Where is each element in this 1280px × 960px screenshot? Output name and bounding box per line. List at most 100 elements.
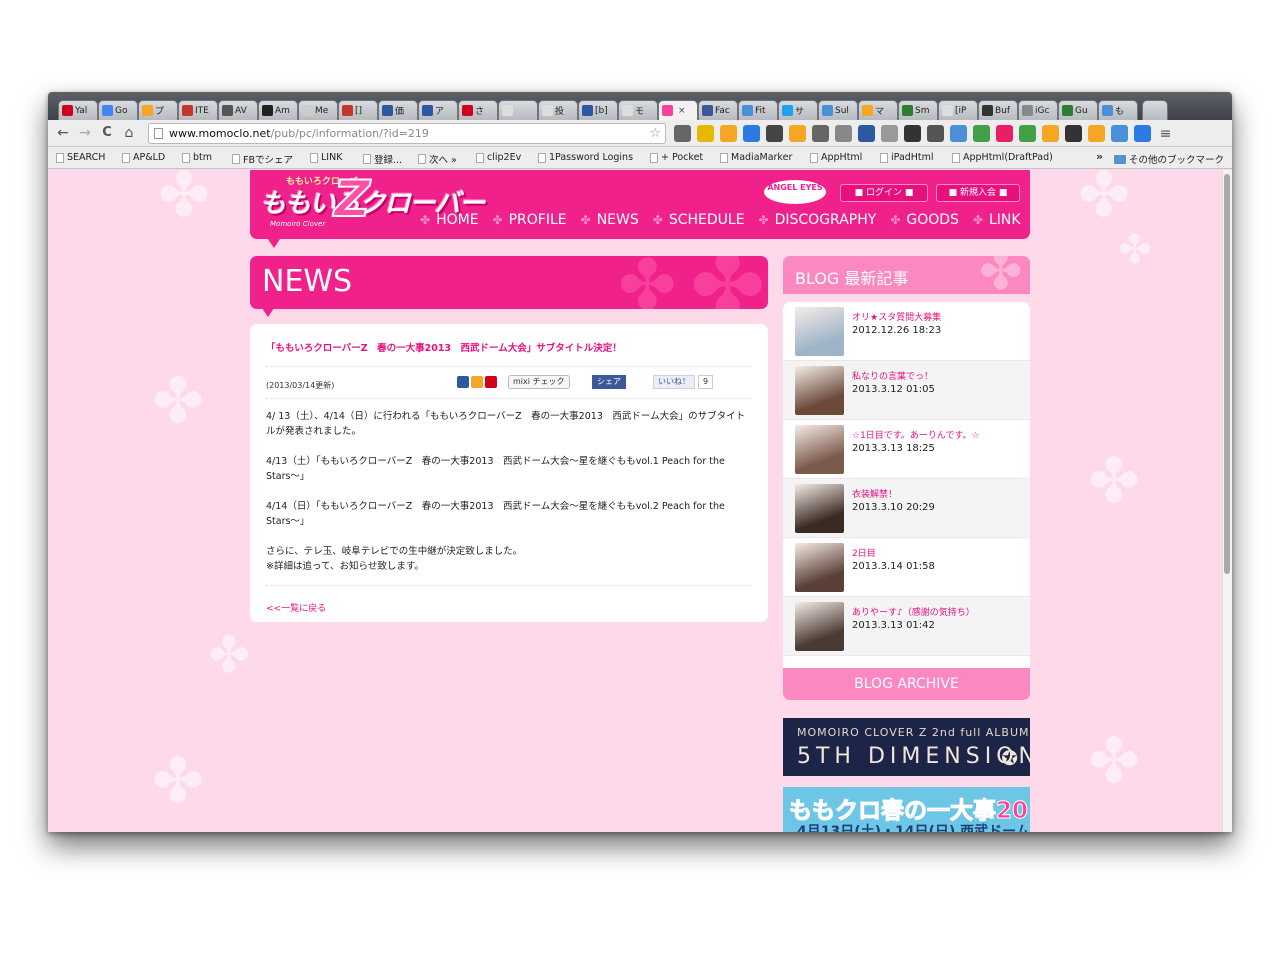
- vertical-scrollbar[interactable]: [1222, 170, 1232, 832]
- new-tab-button[interactable]: [1142, 100, 1168, 120]
- browser-tab[interactable]: モ: [618, 100, 658, 120]
- bookmark-item[interactable]: iPadHtml: [880, 152, 934, 163]
- browser-tab[interactable]: Me: [298, 100, 338, 120]
- extension-icon[interactable]: [996, 125, 1013, 142]
- browser-tab[interactable]: ア: [418, 100, 458, 120]
- other-bookmarks-folder[interactable]: その他のブックマーク: [1114, 152, 1224, 166]
- home-button[interactable]: ⌂: [120, 125, 138, 141]
- extension-icon[interactable]: [1019, 125, 1036, 142]
- browser-tab[interactable]: も: [1098, 100, 1138, 120]
- album-banner[interactable]: MOMOIRO CLOVER Z 2nd full ALBUM 5TH DIME…: [783, 718, 1030, 776]
- extension-icon[interactable]: [766, 125, 783, 142]
- nav-item-goods[interactable]: ✤ GOODS: [890, 212, 959, 228]
- bookmark-star-icon[interactable]: ☆: [649, 124, 661, 143]
- browser-tab[interactable]: Buf: [978, 100, 1018, 120]
- hatena-bookmark-icon[interactable]: [457, 376, 469, 388]
- nav-item-profile[interactable]: ✤ PROFILE: [493, 212, 567, 228]
- clip-icon[interactable]: [485, 376, 497, 388]
- bookmark-item[interactable]: 次へ »: [418, 152, 457, 166]
- facebook-share-button[interactable]: シェア: [592, 375, 626, 389]
- nav-item-news[interactable]: ✤ NEWS: [581, 212, 639, 228]
- blog-entry[interactable]: 2日目 2013.3.14 01:58: [783, 538, 1030, 597]
- bookmark-item[interactable]: clip2Ev: [476, 152, 521, 163]
- extension-icon[interactable]: [973, 125, 990, 142]
- extension-icon[interactable]: [789, 125, 806, 142]
- extension-icon[interactable]: [720, 125, 737, 142]
- bookmark-item[interactable]: 1Password Logins: [538, 152, 633, 163]
- bookmark-item[interactable]: AppHtml(DraftPad): [952, 152, 1053, 163]
- bookmark-item[interactable]: FBでシェア: [232, 152, 293, 166]
- browser-tab[interactable]: サ: [778, 100, 818, 120]
- address-bar[interactable]: www.momoclo.net/pub/pc/information/?id=2…: [148, 123, 666, 144]
- nav-item-link[interactable]: ✤ LINK: [973, 212, 1021, 228]
- browser-tab[interactable]: ITE: [178, 100, 218, 120]
- browser-tab[interactable]: Yal: [58, 100, 98, 120]
- extension-icon[interactable]: [1111, 125, 1128, 142]
- tab-close-icon[interactable]: ×: [678, 106, 686, 116]
- bookmarks-overflow-button[interactable]: »: [1096, 150, 1103, 163]
- browser-tab[interactable]: Go: [98, 100, 138, 120]
- bookmark-item[interactable]: 登録...: [363, 152, 402, 166]
- browser-tab[interactable]: AV: [218, 100, 258, 120]
- browser-tab[interactable]: Fac: [698, 100, 738, 120]
- extension-icon[interactable]: [1134, 125, 1151, 142]
- browser-tab[interactable]: さ: [458, 100, 498, 120]
- extension-icon[interactable]: [1088, 125, 1105, 142]
- extension-icon[interactable]: [674, 125, 691, 142]
- extension-icon[interactable]: [1042, 125, 1059, 142]
- browser-tab[interactable]: Sul: [818, 100, 858, 120]
- extension-icon[interactable]: [904, 125, 921, 142]
- bookmark-item[interactable]: MadiaMarker: [720, 152, 792, 163]
- blog-entry[interactable]: オリ★スタ質問大募集 2012.12.26 18:23: [783, 302, 1030, 361]
- bookmark-item[interactable]: + Pocket: [650, 152, 703, 163]
- blog-entry[interactable]: 衣装解禁！ 2013.3.10 20:29: [783, 479, 1030, 538]
- browser-tab[interactable]: Fit: [738, 100, 778, 120]
- extension-icon[interactable]: [812, 125, 829, 142]
- browser-tab[interactable]: [b]: [578, 100, 618, 120]
- browser-tab[interactable]: マ: [858, 100, 898, 120]
- browser-tab[interactable]: 投: [538, 100, 578, 120]
- browser-tab[interactable]: Sm: [898, 100, 938, 120]
- back-to-list-link[interactable]: <<一覧に戻る: [266, 604, 326, 614]
- blog-entry[interactable]: 私なりの言葉でっ！ 2013.3.12 01:05: [783, 361, 1030, 420]
- bookmark-item[interactable]: AppHtml: [810, 152, 862, 163]
- evernote-icon[interactable]: [471, 376, 483, 388]
- browser-tab[interactable]: Am: [258, 100, 298, 120]
- mixi-check-button[interactable]: mixi チェック: [508, 375, 570, 389]
- register-button[interactable]: ■ 新規入会 ■: [936, 184, 1020, 202]
- angel-eyes-logo[interactable]: ANGEL EYES: [764, 180, 826, 204]
- reload-button[interactable]: C: [98, 125, 116, 141]
- bookmark-item[interactable]: btm: [182, 152, 212, 163]
- bookmark-item[interactable]: LINK: [310, 152, 342, 163]
- forward-button[interactable]: →: [76, 125, 94, 141]
- scrollbar-thumb[interactable]: [1224, 174, 1230, 574]
- browser-tab[interactable]: iGc: [1018, 100, 1058, 120]
- browser-tab[interactable]: [498, 100, 538, 120]
- browser-tab[interactable]: []: [338, 100, 378, 120]
- extension-icon[interactable]: [927, 125, 944, 142]
- nav-item-schedule[interactable]: ✤ SCHEDULE: [653, 212, 745, 228]
- extension-icon[interactable]: [743, 125, 760, 142]
- extension-icon[interactable]: [1065, 125, 1082, 142]
- nav-item-home[interactable]: ✤ HOME: [420, 212, 479, 228]
- facebook-like-button[interactable]: いいね！ 9: [653, 375, 714, 389]
- browser-tab[interactable]: [iP: [938, 100, 978, 120]
- browser-tab[interactable]: ×: [658, 100, 698, 120]
- browser-tab[interactable]: 価: [378, 100, 418, 120]
- bookmark-item[interactable]: SEARCH: [56, 152, 105, 163]
- login-button[interactable]: ■ ログイン ■: [840, 184, 928, 202]
- extension-icon[interactable]: [950, 125, 967, 142]
- blog-archive-button[interactable]: BLOG ARCHIVE: [783, 668, 1030, 700]
- back-button[interactable]: ←: [54, 125, 72, 141]
- extension-icon[interactable]: [881, 125, 898, 142]
- extension-icon[interactable]: [858, 125, 875, 142]
- spring-event-banner[interactable]: ももクロ春の一大事2013 4月13日(土)・14日(日) 西武ドーム: [783, 787, 1030, 832]
- chrome-menu-icon[interactable]: ≡: [1157, 126, 1174, 142]
- browser-tab[interactable]: プ: [138, 100, 178, 120]
- browser-tab[interactable]: Gu: [1058, 100, 1098, 120]
- nav-item-discography[interactable]: ✤ DISCOGRAPHY: [759, 212, 877, 228]
- blog-entry[interactable]: ありやーす♪（感謝の気持ち） 2013.3.13 01:42: [783, 597, 1030, 656]
- extension-icon[interactable]: [697, 125, 714, 142]
- bookmark-item[interactable]: AP&LD: [122, 152, 165, 163]
- blog-entry[interactable]: ☆1日目です。あーりんです。☆ 2013.3.13 18:25: [783, 420, 1030, 479]
